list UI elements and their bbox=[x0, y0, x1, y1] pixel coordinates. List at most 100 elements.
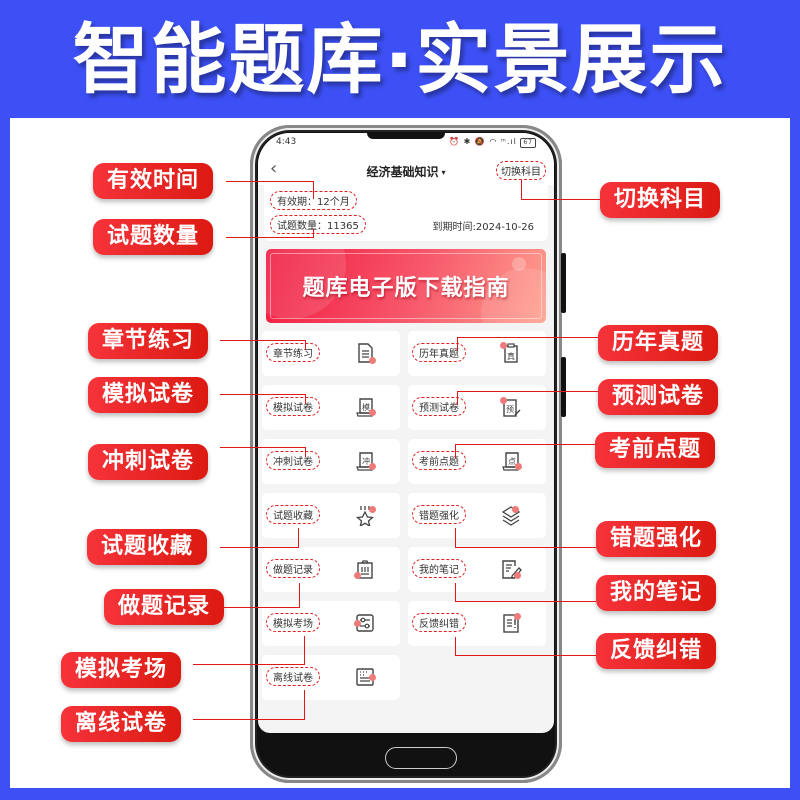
tile-mock-paper[interactable]: 模拟试卷 模 bbox=[262, 385, 400, 430]
callout-forecast-paper: 预测试卷 bbox=[598, 379, 719, 415]
tile-label: 考前点题 bbox=[412, 451, 466, 470]
callout-past-exams: 历年真题 bbox=[598, 325, 719, 361]
connector-line bbox=[313, 229, 314, 238]
notch bbox=[367, 133, 445, 139]
signal-icons: ⏰ ✱ 🔕 ◠ ᵐ.ıl bbox=[449, 137, 517, 146]
callout-chapter-practice: 章节练习 bbox=[88, 323, 209, 359]
callout-mistake-review: 错题强化 bbox=[596, 521, 717, 557]
phone-frame: 4:43 ⏰ ✱ 🔕 ◠ ᵐ.ıl 67 ‹ 经济基础知识 ▾ 切换科目 有效期：… bbox=[250, 125, 566, 783]
callout-practice-record: 做题记录 bbox=[104, 589, 225, 625]
feedback-icon bbox=[500, 612, 522, 634]
tile-practice-record[interactable]: 做题记录 bbox=[262, 547, 400, 592]
download-guide-banner[interactable]: 题库电子版下载指南 bbox=[266, 249, 546, 323]
tile-label: 离线试卷 bbox=[266, 667, 320, 686]
connector-line bbox=[298, 528, 299, 548]
tile-label: 章节练习 bbox=[266, 343, 320, 362]
connector-line bbox=[457, 337, 598, 338]
star-icon bbox=[354, 504, 376, 528]
tile-label: 错题强化 bbox=[412, 505, 466, 524]
tile-sprint-paper[interactable]: 冲刺试卷 冲 bbox=[262, 439, 400, 484]
connector-line bbox=[220, 447, 305, 448]
tile-chapter-practice[interactable]: 章节练习 bbox=[262, 331, 400, 376]
connector-line bbox=[455, 528, 456, 548]
connector-line bbox=[313, 181, 314, 199]
status-time: 4:43 bbox=[276, 137, 297, 147]
phone-screen: 4:43 ⏰ ✱ 🔕 ◠ ᵐ.ıl 67 ‹ 经济基础知识 ▾ 切换科目 有效期：… bbox=[258, 133, 554, 733]
connector-line bbox=[220, 547, 299, 548]
svg-text:预: 预 bbox=[506, 404, 514, 414]
connector-line bbox=[220, 394, 305, 395]
svg-text:真: 真 bbox=[507, 351, 515, 361]
switch-subject-button[interactable]: 切换科目 bbox=[496, 161, 546, 180]
connector-line bbox=[521, 180, 522, 200]
callout-sprint-paper: 冲刺试卷 bbox=[88, 444, 209, 480]
callout-question-count: 试题数量 bbox=[93, 219, 214, 255]
tile-pre-exam-tips[interactable]: 考前点题 点 bbox=[408, 439, 546, 484]
note-pencil-icon bbox=[500, 558, 522, 580]
callout-my-notes: 我的笔记 bbox=[596, 575, 717, 611]
layers-icon bbox=[500, 504, 522, 526]
callout-offline-paper: 离线试卷 bbox=[61, 706, 182, 742]
connector-line bbox=[455, 444, 595, 445]
caret-down-icon: ▾ bbox=[441, 168, 446, 177]
connector-line bbox=[222, 607, 300, 608]
tile-mistake-review[interactable]: 错题强化 bbox=[408, 493, 546, 538]
tile-label: 做题记录 bbox=[266, 559, 320, 578]
tile-my-notes[interactable]: 我的笔记 bbox=[408, 547, 546, 592]
connector-line bbox=[455, 444, 456, 458]
tile-label: 我的笔记 bbox=[412, 559, 466, 578]
sliders-icon bbox=[354, 612, 376, 634]
connector-line bbox=[305, 394, 306, 404]
connector-line bbox=[457, 391, 598, 392]
callout-mock-exam-room: 模拟考场 bbox=[61, 652, 182, 688]
callout-pre-exam-tips: 考前点题 bbox=[595, 432, 716, 468]
home-button[interactable] bbox=[385, 747, 457, 769]
connector-line bbox=[299, 583, 300, 608]
hero-title: 智能题库·实景展示 bbox=[72, 15, 728, 104]
expire-date: 到期时间:2024-10-26 bbox=[432, 222, 534, 233]
connector-line bbox=[521, 199, 600, 200]
connector-line bbox=[304, 636, 305, 665]
connector-line bbox=[305, 447, 306, 457]
clipboard-list-icon bbox=[354, 558, 376, 580]
nav-title: 经济基础知识 bbox=[366, 165, 439, 179]
offline-paper-icon bbox=[354, 666, 376, 688]
callout-feedback: 反馈纠错 bbox=[596, 633, 717, 669]
connector-line bbox=[220, 340, 305, 341]
connector-line bbox=[226, 237, 314, 238]
connector-line bbox=[193, 664, 305, 665]
tile-offline-paper[interactable]: 离线试卷 bbox=[262, 655, 400, 700]
connector-line bbox=[193, 719, 305, 720]
info-card: 有效期：12个月 试题数量：11365 到期时间:2024-10-26 bbox=[264, 185, 548, 241]
callout-mock-paper: 模拟试卷 bbox=[88, 377, 209, 413]
callout-favorites: 试题收藏 bbox=[87, 529, 208, 565]
tile-label: 冲刺试卷 bbox=[266, 451, 320, 470]
power-button bbox=[561, 357, 566, 417]
connector-line bbox=[455, 583, 456, 602]
volume-button bbox=[561, 253, 566, 313]
callout-switch-subject: 切换科目 bbox=[600, 182, 721, 218]
clipboard-zhen-icon: 真 bbox=[500, 342, 522, 364]
tile-label: 模拟考场 bbox=[266, 613, 320, 632]
scroll-mo-icon: 模 bbox=[354, 396, 376, 418]
connector-line bbox=[455, 655, 596, 656]
connector-line bbox=[455, 601, 596, 602]
connector-line bbox=[304, 690, 305, 720]
connector-line bbox=[305, 340, 306, 350]
connector-line bbox=[226, 181, 314, 182]
tile-label: 试题收藏 bbox=[266, 505, 320, 524]
tile-feedback[interactable]: 反馈纠错 bbox=[408, 601, 546, 646]
tile-label: 反馈纠错 bbox=[412, 613, 466, 632]
banner-text: 题库电子版下载指南 bbox=[302, 276, 510, 301]
tile-label: 模拟试卷 bbox=[266, 397, 320, 416]
clipboard-yu-pen-icon: 预 bbox=[500, 396, 522, 418]
battery-icon: 67 bbox=[520, 138, 536, 148]
tile-favorites[interactable]: 试题收藏 bbox=[262, 493, 400, 538]
question-count-label: 试题数量：11365 bbox=[270, 215, 366, 234]
document-icon bbox=[354, 342, 376, 364]
status-icons: ⏰ ✱ 🔕 ◠ ᵐ.ıl 67 bbox=[449, 137, 536, 148]
connector-line bbox=[457, 337, 458, 351]
connector-line bbox=[457, 391, 458, 405]
connector-line bbox=[455, 547, 596, 548]
scroll-chong-icon: 冲 bbox=[354, 450, 376, 472]
